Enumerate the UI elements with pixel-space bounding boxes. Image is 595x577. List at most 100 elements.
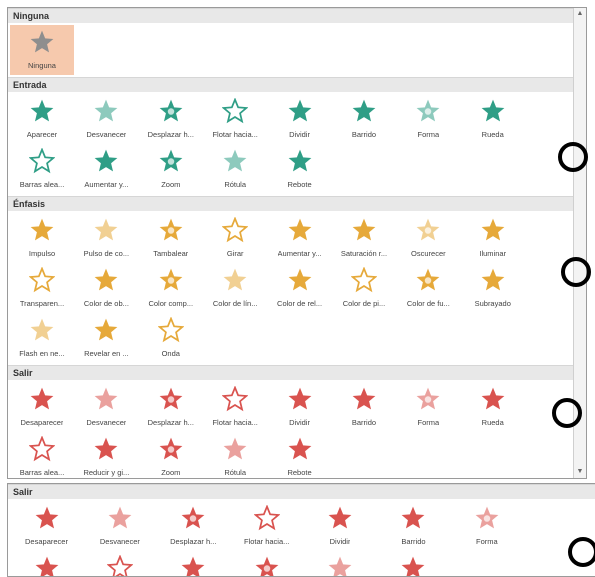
star-swivelout-icon <box>222 432 248 467</box>
effect-label: Tambalear <box>153 249 189 258</box>
effect-label: Flotar hacia... <box>212 130 258 139</box>
effect-label: Reducir y gi... <box>83 468 130 477</box>
effect-item[interactable]: Rótula <box>304 551 377 576</box>
gallery-section: Entrada Aparecer Desvanecer Desplazar h... F… <box>8 77 586 196</box>
star-wheel-icon <box>480 94 506 129</box>
effect-item[interactable]: Desvanecer <box>74 94 138 144</box>
effect-label: Flotar hacia... <box>243 537 290 546</box>
star-flyout-icon <box>158 382 184 417</box>
effect-item[interactable]: Flotar hacia... <box>230 501 303 551</box>
effect-label: Onda <box>161 349 180 358</box>
effect-item[interactable]: Zoom <box>230 551 303 576</box>
effect-item[interactable]: Flotar hacia... <box>203 382 267 432</box>
effect-label: Dividir <box>329 537 351 546</box>
star-complementary-icon <box>158 263 184 298</box>
effect-label: Rebote <box>287 468 312 477</box>
effect-item[interactable]: Barrido <box>377 501 450 551</box>
exit-effects-grid: Desaparecer Desvanecer Desplazar h... Flota… <box>8 499 595 576</box>
effect-item[interactable]: Rebote <box>377 551 450 576</box>
effect-label: Flash en ne... <box>19 349 65 358</box>
gallery-sections: Ninguna Ninguna Entrada Aparecer Desvanecer D… <box>8 8 586 478</box>
effect-label: Desvanecer <box>99 537 140 546</box>
effect-item[interactable]: Reducir y gi... <box>157 551 230 576</box>
effect-label: Color de rel... <box>277 299 323 308</box>
star-swivel-icon <box>222 144 248 179</box>
effect-item[interactable]: Desplazar h... <box>139 94 203 144</box>
effect-item[interactable]: Color de ob... <box>74 263 138 313</box>
star-zoomout-icon <box>254 551 280 576</box>
effect-item[interactable]: Pulso de co... <box>74 213 138 263</box>
effect-item[interactable]: Aparecer <box>10 94 74 144</box>
effect-item[interactable]: Barras alea... <box>10 432 74 478</box>
effect-item[interactable]: Subrayado <box>461 263 525 313</box>
gallery-section: Énfasis Impulso Pulso de co... Tambalear Gir… <box>8 196 586 365</box>
effect-item[interactable]: Desaparecer <box>10 501 83 551</box>
effect-item[interactable]: Rótula <box>203 432 267 478</box>
effect-item[interactable]: Color de pi... <box>332 263 396 313</box>
star-split-icon <box>287 94 313 129</box>
effect-item[interactable]: Color de fu... <box>396 263 460 313</box>
effect-item[interactable]: Color comp... <box>139 263 203 313</box>
effect-item[interactable]: Aumentar y... <box>268 213 332 263</box>
effect-item[interactable]: Barras aleat... <box>83 551 156 576</box>
effect-item[interactable]: Ninguna <box>10 25 74 75</box>
section-header-salir: Salir <box>8 484 595 499</box>
effect-label: Barrido <box>401 537 426 546</box>
effect-item[interactable]: Flash en ne... <box>10 313 74 363</box>
effect-item[interactable]: Aumentar y... <box>74 144 138 194</box>
effect-item[interactable]: Zoom <box>139 144 203 194</box>
effect-item[interactable]: Desplazar h... <box>157 501 230 551</box>
effects-grid: Impulso Pulso de co... Tambalear Girar Aumen… <box>8 211 586 365</box>
effect-item[interactable]: Desvanecer <box>83 501 156 551</box>
effect-item[interactable]: Revelar en ... <box>74 313 138 363</box>
effect-item[interactable]: Forma <box>396 94 460 144</box>
effect-item[interactable]: Color de rel... <box>268 263 332 313</box>
star-desaturate-icon <box>351 213 377 248</box>
star-swivelout-icon <box>327 551 353 576</box>
effect-label: Flotar hacia... <box>212 418 258 427</box>
effect-item[interactable]: Dividir <box>304 501 377 551</box>
effect-item[interactable]: Rebote <box>268 144 332 194</box>
effect-item[interactable]: Iluminar <box>461 213 525 263</box>
effect-item[interactable]: Tambalear <box>139 213 203 263</box>
star-darken-icon <box>415 213 441 248</box>
effect-item[interactable]: Barras alea... <box>10 144 74 194</box>
effect-item[interactable]: Forma <box>396 382 460 432</box>
star-objectcolor-icon <box>93 263 119 298</box>
star-wave-icon <box>157 313 185 348</box>
effect-label: Subrayado <box>474 299 511 308</box>
effect-label: Barras alea... <box>19 180 65 189</box>
effect-item[interactable]: Barrido <box>332 94 396 144</box>
effect-item[interactable]: Rebote <box>268 432 332 478</box>
effect-item[interactable]: Desaparecer <box>10 382 74 432</box>
effect-item[interactable]: Rueda <box>10 551 83 576</box>
effect-item[interactable]: Dividir <box>268 94 332 144</box>
effect-item[interactable]: Dividir <box>268 382 332 432</box>
effect-item[interactable]: Flotar hacia... <box>203 94 267 144</box>
effect-item[interactable]: Transparen... <box>10 263 74 313</box>
effect-item[interactable]: Reducir y gi... <box>74 432 138 478</box>
effect-item[interactable]: Oscurecer <box>396 213 460 263</box>
effect-item[interactable]: Color de lín... <box>203 263 267 313</box>
effect-item[interactable]: Desvanecer <box>74 382 138 432</box>
star-shape-icon <box>415 94 441 129</box>
effect-label: Color de ob... <box>83 299 129 308</box>
effect-item[interactable]: Impulso <box>10 213 74 263</box>
effect-item[interactable]: Forma <box>450 501 523 551</box>
effect-item[interactable]: Rótula <box>203 144 267 194</box>
effect-item[interactable]: Onda <box>139 313 203 363</box>
section-header: Énfasis <box>8 196 586 211</box>
effect-item[interactable]: Girar <box>203 213 267 263</box>
star-fontcolor-icon <box>415 263 441 298</box>
effect-label: Forma <box>417 418 440 427</box>
scroll-down-arrow-icon[interactable]: ▼ <box>574 466 586 478</box>
effect-item[interactable]: Desplazar h... <box>139 382 203 432</box>
effect-item[interactable]: Rueda <box>461 382 525 432</box>
star-shapeout-icon <box>415 382 441 417</box>
scroll-up-arrow-icon[interactable]: ▲ <box>574 8 586 20</box>
effect-item[interactable]: Zoom <box>139 432 203 478</box>
star-zoom-icon <box>158 144 184 179</box>
effect-item[interactable]: Barrido <box>332 382 396 432</box>
effect-item[interactable]: Rueda <box>461 94 525 144</box>
effect-item[interactable]: Saturación r... <box>332 213 396 263</box>
